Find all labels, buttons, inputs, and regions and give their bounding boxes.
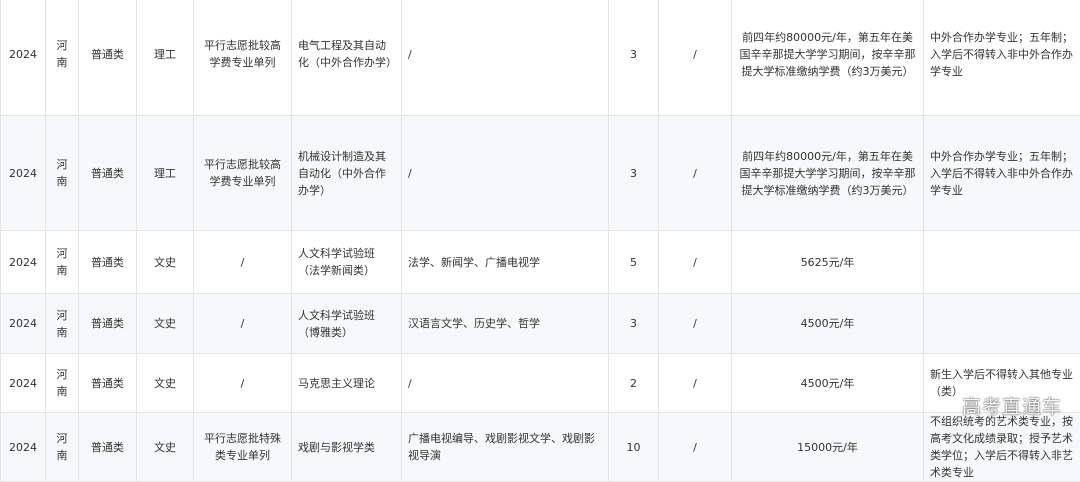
plan-count-cell: 3 bbox=[609, 116, 659, 231]
tuition-cell: 15000元/年 bbox=[732, 413, 924, 482]
category-cell: 普通类 bbox=[79, 0, 137, 116]
table-row: 2024河南普通类文史/马克思主义理论/2/4500元/年新生入学后不得转入其他… bbox=[1, 354, 1080, 413]
category-cell: 普通类 bbox=[79, 413, 137, 482]
remark-cell bbox=[924, 231, 1080, 294]
year-cell: 2024 bbox=[1, 116, 46, 231]
note-cell: / bbox=[659, 354, 732, 413]
category-cell: 普通类 bbox=[79, 294, 137, 354]
admission-table: 2024河南普通类理工平行志愿批较高学费专业单列电气工程及其自动化（中外合作办学… bbox=[0, 0, 1080, 482]
subject-cell: 文史 bbox=[137, 413, 194, 482]
subject-cell: 文史 bbox=[137, 231, 194, 294]
included-majors-cell: 汉语言文学、历史学、哲学 bbox=[402, 294, 609, 354]
plan-count-cell: 5 bbox=[609, 231, 659, 294]
remark-cell: 中外合作办学专业；五年制；入学后不得转入非中外合作办学专业 bbox=[924, 0, 1080, 116]
table-row: 2024河南普通类文史平行志愿批特殊类专业单列戏剧与影视学类广播电视编导、戏剧影… bbox=[1, 413, 1080, 482]
year-cell: 2024 bbox=[1, 354, 46, 413]
table-row: 2024河南普通类理工平行志愿批较高学费专业单列电气工程及其自动化（中外合作办学… bbox=[1, 0, 1080, 116]
note-cell: / bbox=[659, 231, 732, 294]
table-row: 2024河南普通类文史/人文科学试验班（法学新闻类）法学、新闻学、广播电视学5/… bbox=[1, 231, 1080, 294]
included-majors-cell: / bbox=[402, 354, 609, 413]
batch-cell: / bbox=[194, 294, 292, 354]
major-cell: 人文科学试验班（法学新闻类） bbox=[292, 231, 402, 294]
province-cell: 河南 bbox=[46, 354, 79, 413]
tuition-cell: 5625元/年 bbox=[732, 231, 924, 294]
plan-count-cell: 3 bbox=[609, 294, 659, 354]
plan-count-cell: 10 bbox=[609, 413, 659, 482]
province-cell: 河南 bbox=[46, 231, 79, 294]
major-cell: 电气工程及其自动化（中外合作办学） bbox=[292, 0, 402, 116]
batch-cell: 平行志愿批特殊类专业单列 bbox=[194, 413, 292, 482]
major-cell: 戏剧与影视学类 bbox=[292, 413, 402, 482]
subject-cell: 理工 bbox=[137, 0, 194, 116]
year-cell: 2024 bbox=[1, 231, 46, 294]
included-majors-cell: / bbox=[402, 116, 609, 231]
major-cell: 机械设计制造及其自动化（中外合作办学） bbox=[292, 116, 402, 231]
table-row: 2024河南普通类文史/人文科学试验班（博雅类）汉语言文学、历史学、哲学3/45… bbox=[1, 294, 1080, 354]
year-cell: 2024 bbox=[1, 294, 46, 354]
included-majors-cell: / bbox=[402, 0, 609, 116]
major-cell: 人文科学试验班（博雅类） bbox=[292, 294, 402, 354]
plan-count-cell: 3 bbox=[609, 0, 659, 116]
watermark-text: 高考直通车 bbox=[962, 392, 1062, 419]
included-majors-cell: 法学、新闻学、广播电视学 bbox=[402, 231, 609, 294]
year-cell: 2024 bbox=[1, 0, 46, 116]
category-cell: 普通类 bbox=[79, 354, 137, 413]
batch-cell: / bbox=[194, 354, 292, 413]
note-cell: / bbox=[659, 116, 732, 231]
tuition-cell: 前四年约80000元/年，第五年在美国辛辛那提大学学习期间，按辛辛那提大学标准缴… bbox=[732, 0, 924, 116]
note-cell: / bbox=[659, 413, 732, 482]
year-cell: 2024 bbox=[1, 413, 46, 482]
batch-cell: / bbox=[194, 231, 292, 294]
remark-cell: 中外合作办学专业；五年制；入学后不得转入非中外合作办学专业 bbox=[924, 116, 1080, 231]
subject-cell: 理工 bbox=[137, 116, 194, 231]
remark-cell bbox=[924, 294, 1080, 354]
province-cell: 河南 bbox=[46, 0, 79, 116]
plan-count-cell: 2 bbox=[609, 354, 659, 413]
tuition-cell: 4500元/年 bbox=[732, 354, 924, 413]
subject-cell: 文史 bbox=[137, 294, 194, 354]
province-cell: 河南 bbox=[46, 294, 79, 354]
province-cell: 河南 bbox=[46, 116, 79, 231]
batch-cell: 平行志愿批较高学费专业单列 bbox=[194, 0, 292, 116]
tuition-cell: 前四年约80000元/年，第五年在美国辛辛那提大学学习期间，按辛辛那提大学标准缴… bbox=[732, 116, 924, 231]
category-cell: 普通类 bbox=[79, 231, 137, 294]
tuition-cell: 4500元/年 bbox=[732, 294, 924, 354]
remark-cell: 不组织统考的艺术类专业，按高考文化成绩录取；授予艺术类学位；入学后不得转入非艺术… bbox=[924, 413, 1080, 482]
included-majors-cell: 广播电视编导、戏剧影视文学、戏剧影视导演 bbox=[402, 413, 609, 482]
subject-cell: 文史 bbox=[137, 354, 194, 413]
table-row: 2024河南普通类理工平行志愿批较高学费专业单列机械设计制造及其自动化（中外合作… bbox=[1, 116, 1080, 231]
note-cell: / bbox=[659, 0, 732, 116]
note-cell: / bbox=[659, 294, 732, 354]
province-cell: 河南 bbox=[46, 413, 79, 482]
batch-cell: 平行志愿批较高学费专业单列 bbox=[194, 116, 292, 231]
category-cell: 普通类 bbox=[79, 116, 137, 231]
major-cell: 马克思主义理论 bbox=[292, 354, 402, 413]
